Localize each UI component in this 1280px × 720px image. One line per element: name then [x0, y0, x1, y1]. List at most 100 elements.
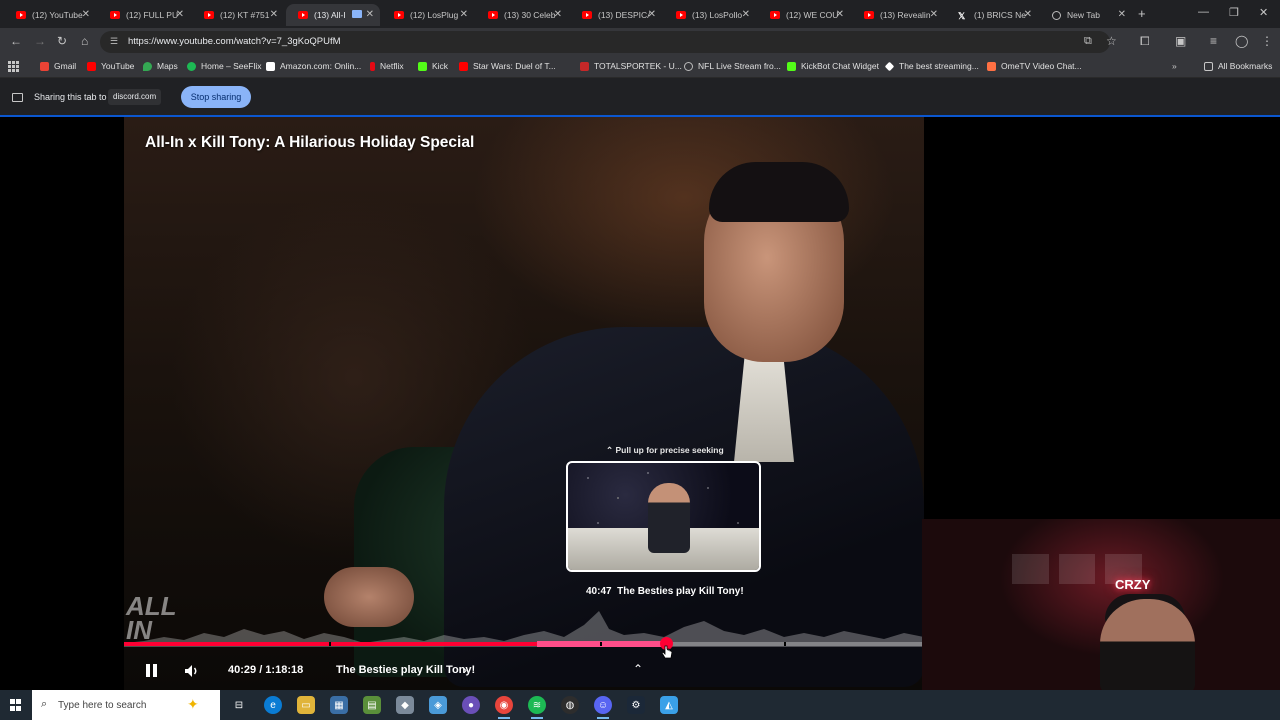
tab-lospollo[interactable]: (13) LosPollo ✕: [664, 4, 756, 26]
tab-youtube[interactable]: (12) YouTube ✕: [4, 4, 96, 26]
chrome-icon[interactable]: ◉: [495, 696, 513, 719]
streamer: [1100, 599, 1195, 690]
app-icon[interactable]: ◈: [429, 696, 447, 714]
obs-icon[interactable]: ◍: [561, 696, 579, 714]
close-icon[interactable]: ✕: [270, 9, 278, 20]
restore-icon[interactable]: ❐: [1229, 6, 1239, 19]
neon-sign: CRZY: [1115, 577, 1151, 592]
app-icon[interactable]: ◆: [396, 696, 414, 714]
video-title[interactable]: All-In x Kill Tony: A Hilarious Holiday …: [145, 134, 474, 152]
close-icon[interactable]: ✕: [1118, 9, 1126, 20]
tab-brics[interactable]: 𝕏 (1) BRICS Ne ✕: [946, 4, 1038, 26]
bookmark-gmail[interactable]: Gmail: [40, 61, 76, 71]
close-icon[interactable]: ✕: [460, 9, 468, 20]
bookmark-maps[interactable]: Maps: [143, 61, 178, 71]
bookmark-youtube[interactable]: YouTube: [87, 61, 134, 71]
side-panel-icon[interactable]: ▣: [1175, 34, 1186, 48]
tab-full-pu[interactable]: (12) FULL PU ✕: [98, 4, 190, 26]
extensions-icon[interactable]: ⧠: [1140, 34, 1150, 49]
chapter-divider: [784, 642, 786, 646]
progress-bar[interactable]: [124, 637, 922, 650]
bookmark-kickbot[interactable]: KickBot Chat Widget: [787, 61, 879, 71]
chevron-up-icon[interactable]: ⌃: [633, 662, 643, 676]
more-bookmarks-chevron-icon[interactable]: »: [1172, 61, 1177, 71]
taskbar: ⌕ Type here to search ✦ ⊟ e ▭ ▦ ▤ ◆ ◈ ● …: [0, 690, 1280, 720]
kick-icon: [418, 61, 427, 71]
tab-30-celeb[interactable]: (13) 30 Celeb ✕: [476, 4, 568, 26]
bookmark-ometv[interactable]: OmeTV Video Chat...: [987, 61, 1082, 71]
tab-revealin[interactable]: (13) Revealin ✕: [852, 4, 944, 26]
bookmark-netflix[interactable]: Netflix: [370, 61, 404, 71]
video-player[interactable]: All-In x Kill Tony: A Hilarious Holiday …: [0, 117, 1280, 690]
tab-strip: (12) YouTube ✕ (12) FULL PU ✕ (12) KT #751…: [0, 0, 1280, 28]
address-bar[interactable]: ☰ https://www.youtube.com/watch?v=7_3gKo…: [100, 31, 1110, 53]
bookmark-totalsportek[interactable]: TOTALSPORTEK - U...: [580, 61, 682, 71]
bookmark-nfl-live[interactable]: NFL Live Stream fro...: [684, 61, 781, 71]
seek-preview-thumbnail: [566, 461, 761, 572]
reload-icon[interactable]: ↻: [57, 34, 67, 48]
tab-kt-751[interactable]: (12) KT #751 ✕: [192, 4, 284, 26]
profile-icon[interactable]: ◯: [1235, 34, 1248, 48]
video-frame: [124, 117, 924, 690]
menu-kebab-icon[interactable]: ⋮: [1261, 34, 1273, 48]
taskbar-search[interactable]: ⌕ Type here to search ✦: [32, 690, 220, 720]
sharing-text: Sharing this tab to: [34, 92, 107, 102]
url-text[interactable]: https://www.youtube.com/watch?v=7_3gKoQP…: [128, 36, 341, 47]
volume-icon[interactable]: [184, 663, 200, 679]
all-bookmarks-folder[interactable]: All Bookmarks: [1204, 61, 1272, 71]
app-icon[interactable]: ◭: [660, 696, 678, 714]
tab-new-tab[interactable]: New Tab ✕: [1040, 4, 1132, 26]
tab-we-cou[interactable]: (12) WE COU ✕: [758, 4, 850, 26]
stop-sharing-button[interactable]: Stop sharing: [181, 86, 251, 108]
install-app-icon[interactable]: ⧉: [1084, 35, 1092, 48]
bookmark-streaming[interactable]: The best streaming...: [884, 61, 979, 71]
tab-losplug[interactable]: (12) LosPlug ✕: [382, 4, 474, 26]
youtube-icon: [394, 11, 404, 19]
steam-icon[interactable]: ⚙: [627, 696, 645, 714]
chevron-right-icon[interactable]: ›: [463, 663, 467, 677]
close-icon[interactable]: ✕: [82, 9, 90, 20]
close-icon[interactable]: ✕: [648, 9, 656, 20]
close-icon[interactable]: ✕: [366, 9, 374, 20]
close-icon[interactable]: ✕: [176, 9, 184, 20]
media-control-icon[interactable]: ≡: [1210, 34, 1217, 48]
tab-all-in[interactable]: (13) All-I ✕: [286, 4, 380, 26]
forward-arrow-icon[interactable]: →: [34, 34, 46, 48]
gmail-icon: [40, 61, 49, 71]
window-close-icon[interactable]: ✕: [1259, 6, 1268, 19]
store-icon[interactable]: ▦: [330, 696, 348, 714]
close-icon[interactable]: ✕: [930, 9, 938, 20]
app-icon[interactable]: ●: [462, 696, 480, 714]
close-icon[interactable]: ✕: [742, 9, 750, 20]
close-icon[interactable]: ✕: [554, 9, 562, 20]
pause-icon[interactable]: [146, 664, 158, 677]
windows-start-icon[interactable]: [10, 699, 22, 711]
apps-grid-icon[interactable]: [8, 61, 19, 72]
tab-despica[interactable]: (13) DESPICA ✕: [570, 4, 662, 26]
back-arrow-icon[interactable]: ←: [10, 34, 22, 48]
chapter-divider: [600, 642, 602, 646]
new-tab-plus-icon[interactable]: +: [1138, 6, 1146, 21]
bookmark-kick[interactable]: Kick: [418, 61, 448, 71]
youtube-icon: [488, 11, 498, 19]
edge-icon[interactable]: e: [264, 696, 282, 714]
close-icon[interactable]: ✕: [1024, 9, 1032, 20]
task-view-icon[interactable]: ⊟: [230, 696, 248, 714]
double-chevron-up-icon: ⌃: [606, 445, 614, 455]
file-explorer-icon[interactable]: ▭: [297, 696, 315, 714]
bookmark-amazon[interactable]: Amazon.com: Onlin...: [266, 61, 361, 71]
discord-icon[interactable]: ☺: [594, 696, 612, 719]
bookmark-star-wars[interactable]: Star Wars: Duel of T...: [459, 61, 556, 71]
bookmark-seeflix[interactable]: Home – SeeFlix: [187, 61, 261, 71]
close-icon[interactable]: ✕: [836, 9, 844, 20]
chapter-divider: [329, 642, 331, 646]
calculator-icon[interactable]: ▤: [363, 696, 381, 714]
chapter-title-button[interactable]: The Besties play Kill Tony!: [336, 664, 475, 676]
scene-hair: [709, 162, 849, 222]
spotify-icon[interactable]: ≋: [528, 696, 546, 719]
bookmark-star-icon[interactable]: ☆: [1106, 34, 1117, 48]
site-info-icon[interactable]: ☰: [110, 36, 120, 46]
home-icon[interactable]: ⌂: [81, 34, 88, 48]
screen: (12) YouTube ✕ (12) FULL PU ✕ (12) KT #751…: [0, 0, 1280, 720]
minimize-icon[interactable]: —: [1198, 6, 1209, 18]
